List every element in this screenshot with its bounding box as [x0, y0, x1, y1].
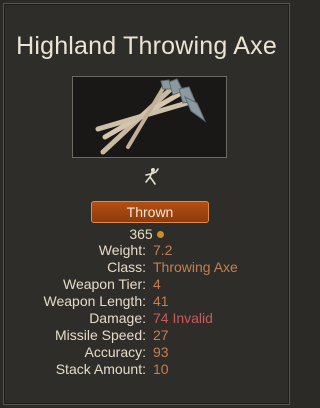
stat-row-weapon-length: Weapon Length: 41 [0, 293, 293, 310]
stat-label: Weapon Length: [43, 293, 147, 309]
stat-value: Throwing Axe [153, 259, 238, 275]
item-title: Highland Throwing Axe [16, 32, 277, 60]
stat-label: Accuracy: [84, 344, 146, 360]
throwing-axes-image [95, 78, 207, 155]
stat-label: Weight: [98, 242, 146, 258]
stat-row-accuracy: Accuracy: 93 [0, 344, 293, 361]
throwing-figure-icon [145, 168, 159, 185]
stat-value: 7.2 [153, 242, 173, 258]
stat-row-damage: Damage: 74 Invalid [0, 310, 293, 327]
gold-coin-icon [156, 231, 164, 238]
stat-row-missile-speed: Missile Speed: 27 [0, 327, 293, 344]
price-value: 365 [129, 226, 153, 242]
stat-label: Damage: [89, 310, 146, 326]
stat-value: 74 Invalid [153, 310, 213, 326]
stat-value: 10 [153, 361, 169, 377]
stat-label: Missile Speed: [54, 327, 146, 343]
stat-value: 41 [153, 293, 169, 309]
stat-row-weight: Weight: 7.2 [0, 242, 293, 259]
stat-label: Stack Amount: [55, 361, 146, 377]
item-image [72, 76, 227, 158]
stat-value: 4 [153, 276, 161, 292]
stat-label: Weapon Tier: [62, 276, 146, 292]
stat-label: Class: [107, 259, 146, 275]
item-price: 365 [0, 226, 293, 242]
stat-value: 27 [153, 327, 169, 343]
stat-row-weapon-tier: Weapon Tier: 4 [0, 276, 293, 293]
stat-row-class: Class: Throwing Axe [0, 259, 293, 276]
stat-row-stack-amount: Stack Amount: 10 [0, 361, 293, 378]
stat-value: 93 [153, 344, 169, 360]
weapon-type-badge: Thrown [91, 201, 209, 223]
